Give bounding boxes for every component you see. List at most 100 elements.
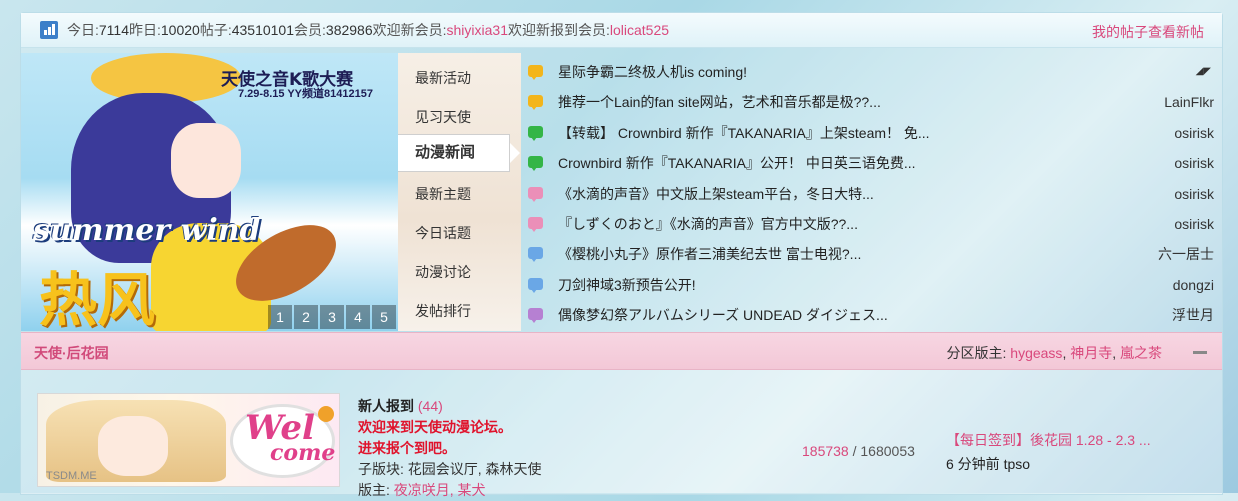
banner-page-5[interactable]: 5 xyxy=(372,305,396,329)
moderator-link[interactable]: 神月寺 xyxy=(1070,345,1112,361)
news-title-link[interactable]: 【转载】 Crownbird 新作『TAKANARIA』上架steam！ 免..… xyxy=(558,118,930,148)
forum-moderator-links[interactable]: 夜凉咲月, 某犬 xyxy=(394,482,486,498)
yesterday-value: 10020 xyxy=(160,22,200,38)
news-item: 『しずくのおと』《水滴的声音》官方中文版??... osirisk xyxy=(523,209,1219,239)
news-author-link[interactable]: osirisk xyxy=(1174,148,1214,178)
comment-icon xyxy=(528,186,543,202)
comment-icon xyxy=(528,65,543,80)
forum-today-count: (44) xyxy=(417,398,443,414)
banner-page-4[interactable]: 4 xyxy=(346,305,370,329)
comment-icon xyxy=(528,247,543,263)
comment-icon xyxy=(528,216,543,232)
news-item: 《樱桃小丸子》原作者三浦美纪去世 富士电视?... 六一居士 xyxy=(523,239,1219,269)
moderator-link[interactable]: 嵐之茶 xyxy=(1120,345,1162,361)
tab-post-ranking[interactable]: 发帖排行 xyxy=(415,301,471,321)
forum-moderators: 版主: 夜凉咲月, 某犬 xyxy=(358,480,542,501)
banner-slideshow[interactable]: 天使之音K歌大赛 7.29-8.15 YY频道81412157 summer w… xyxy=(21,53,398,331)
news-item: 星际争霸二终极人机is coming! ◢◤ xyxy=(523,57,1219,87)
forum-panel: 今日: 7114 昨日: 10020 帖子: 43510101 会员: 3829… xyxy=(20,12,1223,498)
subforums-links[interactable]: 花园会议厅, 森林天使 xyxy=(408,461,542,477)
members-label: 会员: xyxy=(294,22,326,38)
collapse-icon[interactable] xyxy=(1193,351,1207,354)
news-item: 刀剑神域3新预告公开! dongzi xyxy=(523,270,1219,300)
news-title-link[interactable]: 『しずくのおと』《水滴的声音》官方中文版??... xyxy=(558,209,858,239)
posts-value: 43510101 xyxy=(231,22,295,38)
news-tabs: 最新活动 见习天使 动漫新闻 最新主题 今日话题 动漫讨论 发帖排行 xyxy=(398,53,521,331)
banner-page-3[interactable]: 3 xyxy=(320,305,344,329)
expand-corner-icon[interactable]: ◢◤ xyxy=(1196,57,1211,87)
news-item: Crownbird 新作『TAKANARIA』公开！ 中日英三语免费... os… xyxy=(523,148,1219,178)
flower-icon xyxy=(318,406,334,422)
news-author-link[interactable]: osirisk xyxy=(1174,209,1214,239)
post-count: 1680053 xyxy=(860,443,915,459)
banner-face-art xyxy=(171,123,241,198)
news-title-link[interactable]: 偶像梦幻祭アルバムシリーズ UNDEAD ダイジェス... xyxy=(558,300,888,330)
bar-chart-icon xyxy=(40,21,58,39)
news-title-link[interactable]: 《樱桃小丸子》原作者三浦美纪去世 富士电视?... xyxy=(558,239,861,269)
news-author-link[interactable]: LainFlkr xyxy=(1164,87,1214,117)
stats-bar: 今日: 7114 昨日: 10020 帖子: 43510101 会员: 3829… xyxy=(21,13,1222,48)
banner-page-1[interactable]: 1 xyxy=(268,305,292,329)
comment-icon xyxy=(528,308,543,324)
newreg-member-link[interactable]: lolicat525 xyxy=(610,22,669,38)
forum-stats: 185738 / 1680053 xyxy=(802,443,915,459)
banner-summer-text: summer wind xyxy=(33,213,261,248)
banner-big-text: 热风 xyxy=(39,266,156,331)
section-header: 天使·后花园 分区版主: hygeass, 神月寺, 嵐之茶 xyxy=(21,332,1222,370)
moderator-link[interactable]: hygeass xyxy=(1010,345,1062,361)
news-author-link[interactable]: 浮世月 xyxy=(1172,300,1214,330)
news-item: 【转载】 Crownbird 新作『TAKANARIA』上架steam！ 免..… xyxy=(523,118,1219,148)
forum-welcome-image[interactable]: Wel come TSDM.ME xyxy=(37,393,340,487)
news-item: 《水滴的声音》中文版上架steam平台，冬日大特... osirisk xyxy=(523,179,1219,209)
forum-moderators-label: 版主: xyxy=(358,482,394,498)
tab-anime-news[interactable]: 动漫新闻 xyxy=(398,134,520,172)
comment-icon xyxy=(528,156,543,172)
news-title-link[interactable]: 星际争霸二终极人机is coming! xyxy=(558,57,747,87)
my-posts-link[interactable]: 我的帖子查看新帖 xyxy=(1092,22,1204,42)
separator: , xyxy=(1112,345,1120,361)
forum-info: 新人报到 (44) 欢迎来到天使动漫论坛。 进来报个到吧。 子版块: 花园会议厅… xyxy=(358,396,542,501)
yesterday-label: 昨日: xyxy=(129,22,161,38)
tab-latest-activity[interactable]: 最新活动 xyxy=(415,68,471,88)
forum-row: Wel come TSDM.ME 新人报到 (44) 欢迎来到天使动漫论坛。 进… xyxy=(21,370,1222,498)
last-post-meta[interactable]: 6 分钟前 tpso xyxy=(946,454,1151,474)
new-member-link[interactable]: shiyixia31 xyxy=(447,22,508,38)
section-moderators: 分区版主: hygeass, 神月寺, 嵐之茶 xyxy=(947,343,1163,363)
news-title-link[interactable]: Crownbird 新作『TAKANARIA』公开！ 中日英三语免费... xyxy=(558,148,916,178)
thread-count: 185738 xyxy=(802,443,849,459)
banner-page-2[interactable]: 2 xyxy=(294,305,318,329)
forum-description-line2: 进来报个到吧。 xyxy=(358,440,456,456)
news-item: 偶像梦幻祭アルバムシリーズ UNDEAD ダイジェス... 浮世月 xyxy=(523,300,1219,330)
welcome-watermark: TSDM.ME xyxy=(46,470,97,482)
last-post: 【每日签到】後花园 1.28 - 2.3 ... 6 分钟前 tpso xyxy=(946,430,1151,474)
tab-latest-threads[interactable]: 最新主题 xyxy=(415,184,471,204)
welcome-face-art xyxy=(98,416,168,476)
banner-pager: 1 2 3 4 5 xyxy=(268,305,396,329)
news-author-link[interactable]: 六一居士 xyxy=(1158,239,1214,269)
forum-name-link[interactable]: 新人报到 xyxy=(358,398,414,414)
today-value: 7114 xyxy=(98,22,129,38)
last-post-link[interactable]: 【每日签到】後花园 1.28 - 2.3 ... xyxy=(946,430,1151,450)
news-author-link[interactable]: osirisk xyxy=(1174,179,1214,209)
banner-subtitle: 7.29-8.15 YY频道81412157 xyxy=(238,88,373,100)
section-title-link[interactable]: 天使·后花园 xyxy=(34,343,109,363)
tab-anime-discussion[interactable]: 动漫讨论 xyxy=(415,262,471,282)
news-item: 推荐一个Lain的fan site网站，艺术和音乐都是极??... LainFl… xyxy=(523,87,1219,117)
tab-today-topics[interactable]: 今日话题 xyxy=(415,223,471,243)
comment-icon xyxy=(528,95,543,111)
news-author-link[interactable]: osirisk xyxy=(1174,118,1214,148)
newreg-label: 欢迎新报到会员: xyxy=(508,22,610,38)
comment-icon xyxy=(528,125,543,141)
subforums: 子版块: 花园会议厅, 森林天使 xyxy=(358,459,542,480)
news-title-link[interactable]: 推荐一个Lain的fan site网站，艺术和音乐都是极??... xyxy=(558,87,881,117)
news-title-link[interactable]: 《水滴的声音》中文版上架steam平台，冬日大特... xyxy=(558,179,874,209)
forum-description-line1: 欢迎来到天使动漫论坛。 xyxy=(358,419,512,435)
tab-trainee-angel[interactable]: 见习天使 xyxy=(415,107,471,127)
news-author-link[interactable]: dongzi xyxy=(1173,270,1214,300)
welcome-word-come: come xyxy=(270,440,336,466)
separator: / xyxy=(848,443,861,459)
today-label: 今日: xyxy=(67,22,99,38)
comment-icon xyxy=(528,277,543,293)
moderators-label: 分区版主: xyxy=(946,345,1011,361)
news-title-link[interactable]: 刀剑神域3新预告公开! xyxy=(558,270,696,300)
